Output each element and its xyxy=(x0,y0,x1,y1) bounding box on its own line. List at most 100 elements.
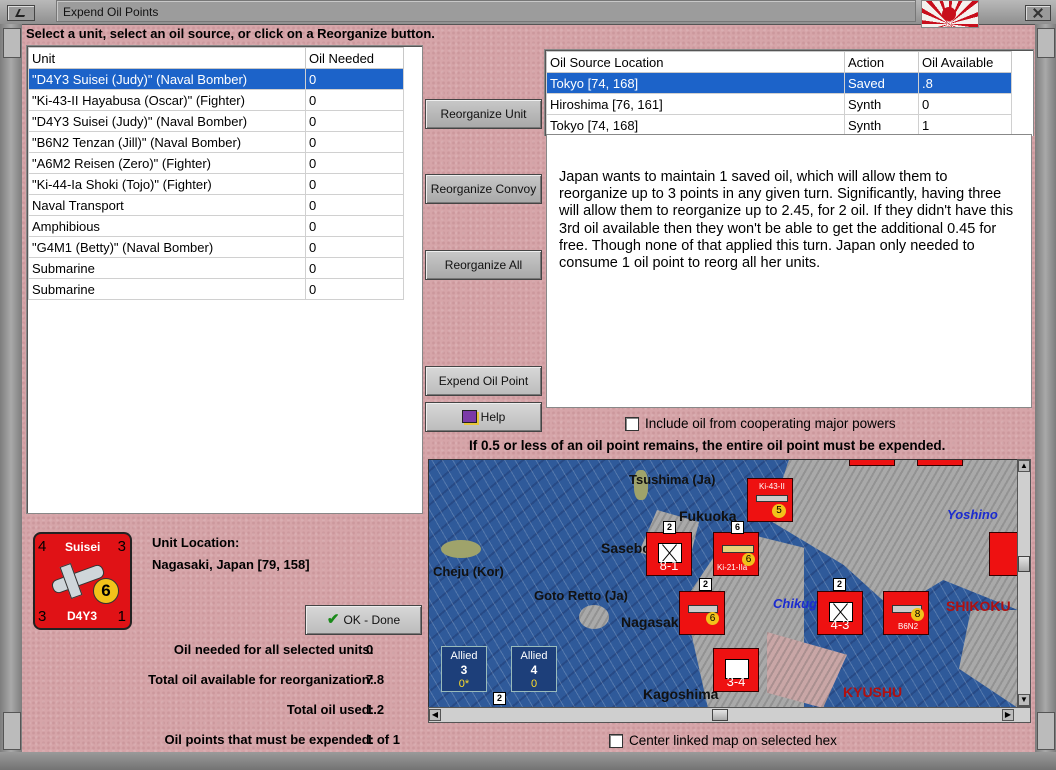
unit-row[interactable]: "A6M2 Reisen (Zero)" (Fighter) 0 xyxy=(28,152,404,174)
scroll-up-arrow-icon[interactable]: ▲ xyxy=(1018,460,1030,472)
selected-unit-counter: 4 Suisei 3 6 3 D4Y3 1 xyxy=(33,532,132,630)
help-button[interactable]: Help xyxy=(425,402,542,432)
window-title: Expend Oil Points xyxy=(56,0,916,22)
unit-type: D4Y3 xyxy=(67,609,98,623)
unit-row[interactable]: "Ki-43-II Hayabusa (Oscar)" (Fighter) 0 xyxy=(28,89,404,111)
unit-name-cell: "D4Y3 Suisei (Judy)" (Naval Bomber) xyxy=(28,68,306,90)
unit-name-cell: Naval Transport xyxy=(28,194,306,216)
oil-source-row[interactable]: Hiroshima [76, 161] Synth 0 xyxy=(546,93,1012,115)
oil-source-row[interactable]: Tokyo [74, 168] Synth 1 xyxy=(546,114,1012,136)
stat-oil-used-label: Total oil used: xyxy=(286,702,374,717)
stack-count-badge: 2 xyxy=(493,692,506,705)
unit-name-cell: "D4Y3 Suisei (Judy)" (Naval Bomber) xyxy=(28,110,306,132)
reorganize-unit-button[interactable]: Reorganize Unit xyxy=(425,99,542,129)
frame-corner-knob xyxy=(1037,28,1055,58)
stack-count-badge: 2 xyxy=(663,521,676,534)
unit-row[interactable]: Amphibious 0 xyxy=(28,215,404,237)
checkbox-box[interactable] xyxy=(625,416,639,431)
map-label-tsushima: Tsushima (Ja) xyxy=(629,472,716,487)
map-label-fukuoka: Fukuoka xyxy=(679,508,737,524)
map-counter-infantry[interactable]: 8-1 xyxy=(646,532,692,576)
oil-source-action-cell: Synth xyxy=(844,93,919,115)
include-coop-label: Include oil from cooperating major power… xyxy=(645,416,896,431)
unit-name-cell: "Ki-43-II Hayabusa (Oscar)" (Fighter) xyxy=(28,89,306,111)
stack-count-badge: 2 xyxy=(699,578,712,591)
allied-label: Allied xyxy=(450,650,478,662)
map-horizontal-scrollbar[interactable]: ◀ ▶ xyxy=(428,707,1031,723)
reorganize-convoy-button[interactable]: Reorganize Convoy xyxy=(425,174,542,204)
map-label-kyushu: KYUSHU xyxy=(843,684,903,700)
help-button-label: Help xyxy=(480,410,506,424)
map-counter-edge[interactable] xyxy=(849,460,895,466)
instructions: Select a unit, select an oil source, or … xyxy=(26,26,435,41)
allied-stack-marker[interactable]: Allied 3 0* xyxy=(441,646,487,692)
column-header-oil-available[interactable]: Oil Available xyxy=(918,51,1012,73)
close-button[interactable] xyxy=(1025,5,1051,21)
unit-name-cell: Submarine xyxy=(28,257,306,279)
reorganize-all-button[interactable]: Reorganize All xyxy=(425,250,542,280)
oil-needed-cell: 0 xyxy=(305,278,404,300)
unit-name-cell: Amphibious xyxy=(28,215,306,237)
expend-oil-point-button[interactable]: Expend Oil Point xyxy=(425,366,542,396)
frame-corner-knob xyxy=(3,712,21,750)
scroll-right-arrow-icon[interactable]: ▶ xyxy=(1002,709,1014,721)
allied-stack-marker[interactable]: Allied 4 0 xyxy=(511,646,557,692)
unit-row[interactable]: Submarine 0 xyxy=(28,278,404,300)
map-label-kagoshima: Kagoshima xyxy=(643,686,719,702)
plane-icon xyxy=(756,495,788,502)
vertical-scroll-thumb[interactable] xyxy=(1018,556,1030,572)
map-vertical-scrollbar[interactable]: ▲ ▼ xyxy=(1017,459,1031,707)
units-list[interactable]: Unit Oil Needed "D4Y3 Suisei (Judy)" (Na… xyxy=(26,45,423,514)
unit-move: 1 xyxy=(117,608,126,625)
help-book-icon xyxy=(461,410,477,423)
unit-air-to-air: 3 xyxy=(38,608,47,625)
column-header-oil-needed[interactable]: Oil Needed xyxy=(305,47,404,69)
unit-name-cell: Submarine xyxy=(28,278,306,300)
map-label-nagasaki: Nagasaki xyxy=(621,614,683,630)
horizontal-scroll-thumb[interactable] xyxy=(712,709,728,721)
counter-name: B6N2 xyxy=(898,622,919,631)
column-header-unit[interactable]: Unit xyxy=(28,47,306,69)
unit-name-cell: "B6N2 Tenzan (Jill)" (Naval Bomber) xyxy=(28,131,306,153)
unit-row[interactable]: "D4Y3 Suisei (Judy)" (Naval Bomber) 0 xyxy=(28,110,404,132)
center-map-checkbox[interactable]: Center linked map on selected hex xyxy=(609,733,837,748)
map-label-goto: Goto Retto (Ja) xyxy=(534,588,628,603)
map-counter-corps[interactable]: 4-3 xyxy=(817,591,863,635)
oil-needed-cell: 0 xyxy=(305,236,404,258)
checkbox-box[interactable] xyxy=(609,733,623,748)
map-counter-b6n2[interactable]: B6N2 8 xyxy=(883,591,929,635)
unit-row[interactable]: "D4Y3 Suisei (Judy)" (Naval Bomber) 0 xyxy=(28,68,404,90)
map-counter-bomber[interactable]: Ki-21-IIa 6 xyxy=(713,532,759,576)
unit-row[interactable]: "B6N2 Tenzan (Jill)" (Naval Bomber) 0 xyxy=(28,131,404,153)
scroll-left-arrow-icon[interactable]: ◀ xyxy=(429,709,441,721)
unit-row[interactable]: Submarine 0 xyxy=(28,257,404,279)
oil-needed-cell: 0 xyxy=(305,173,404,195)
counter-range: 8 xyxy=(911,608,924,621)
oil-source-available-cell: 0 xyxy=(918,93,1012,115)
unit-defense: 3 xyxy=(117,538,126,555)
map-counter-armor[interactable]: 3-4 xyxy=(713,648,759,692)
unit-row[interactable]: Naval Transport 0 xyxy=(28,194,404,216)
map-label-cheju: Cheju (Kor) xyxy=(433,564,504,579)
unit-row[interactable]: "Ki-44-Ia Shoki (Tojo)" (Fighter) 0 xyxy=(28,173,404,195)
scroll-down-arrow-icon[interactable]: ▼ xyxy=(1018,694,1030,706)
oil-source-row[interactable]: Tokyo [74, 168] Saved .8 xyxy=(546,72,1012,94)
oil-sources-table: Oil Source Location Action Oil Available… xyxy=(546,51,1012,136)
map-counter-fighter[interactable]: Ki-43-II 5 xyxy=(747,478,793,522)
oil-needed-cell: 0 xyxy=(305,131,404,153)
linked-map[interactable]: Tsushima (Ja) Fukuoka Sasebo Cheju (Kor)… xyxy=(428,459,1019,709)
system-menu-button[interactable] xyxy=(7,5,35,21)
oil-source-action-cell: Saved xyxy=(844,72,919,94)
counter-strength: 4-3 xyxy=(830,617,850,632)
map-counter-edge[interactable] xyxy=(989,532,1018,576)
include-coop-checkbox[interactable]: Include oil from cooperating major power… xyxy=(625,416,896,431)
column-header-action[interactable]: Action xyxy=(844,51,919,73)
map-counter-edge[interactable] xyxy=(917,460,963,466)
map-land-kyushu-north xyxy=(769,460,1018,610)
oil-sources-list[interactable]: Oil Source Location Action Oil Available… xyxy=(544,49,1034,136)
ok-done-button[interactable]: ✔ OK - Done xyxy=(305,605,422,635)
map-counter-d4y3[interactable]: 6 xyxy=(679,591,725,635)
oil-source-action-cell: Synth xyxy=(844,114,919,136)
column-header-oil-source[interactable]: Oil Source Location xyxy=(546,51,845,73)
unit-row[interactable]: "G4M1 (Betty)" (Naval Bomber) 0 xyxy=(28,236,404,258)
